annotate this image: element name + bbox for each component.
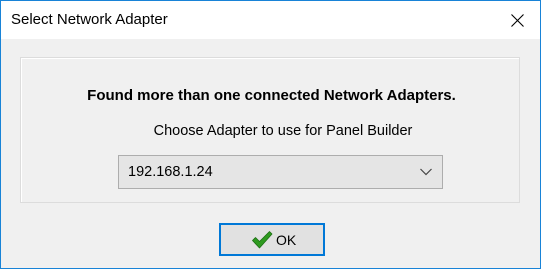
adapter-select-value: 192.168.1.24 xyxy=(128,164,213,180)
window-title: Select Network Adapter xyxy=(11,11,168,28)
ok-button[interactable]: OK xyxy=(219,223,325,256)
ok-button-label: OK xyxy=(276,232,297,248)
close-button[interactable] xyxy=(494,1,540,39)
close-icon xyxy=(511,14,524,27)
found-adapters-heading: Found more than one connected Network Ad… xyxy=(87,87,456,104)
dialog-window: Select Network Adapter Found more than o… xyxy=(0,0,541,269)
choose-adapter-label: Choose Adapter to use for Panel Builder xyxy=(153,123,413,139)
adapter-select[interactable]: 192.168.1.24 xyxy=(118,155,443,189)
title-bar: Select Network Adapter xyxy=(1,1,540,39)
checkmark-icon xyxy=(252,231,273,249)
chevron-down-icon xyxy=(420,168,432,176)
